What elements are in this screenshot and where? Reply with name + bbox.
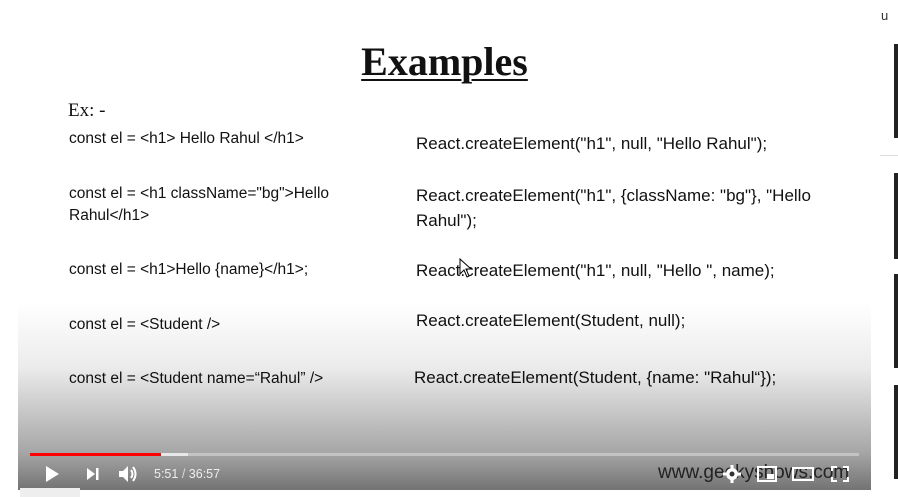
- volume-icon: [119, 466, 137, 482]
- fullscreen-icon: [831, 466, 849, 482]
- control-bar: 5:51 / 36:57 www.geekyshows.com: [18, 458, 871, 490]
- next-icon: [87, 468, 99, 480]
- next-button[interactable]: [81, 462, 105, 486]
- jsx-example-4: const el = <Student />: [69, 316, 221, 333]
- current-time: 5:51: [154, 467, 179, 481]
- createelement-example-5: React.createElement(Student, {name: "Rah…: [414, 368, 777, 387]
- createelement-example-4: React.createElement(Student, null);: [416, 311, 686, 330]
- jsx-example-3: const el = <h1>Hello {name}</h1>;: [69, 261, 309, 278]
- theater-button[interactable]: [791, 462, 815, 486]
- sidebar-thumbnail[interactable]: [894, 173, 898, 259]
- duration: 36:57: [188, 467, 221, 481]
- jsx-example-1: const el = <h1> Hello Rahul </h1>: [69, 130, 304, 147]
- sidebar-thumbnail[interactable]: [894, 274, 898, 368]
- watermark: www.geekyshows.com: [658, 462, 850, 483]
- sidebar-thumbnail[interactable]: [894, 44, 898, 138]
- createelement-example-3: React.createElement("h1", null, "Hello "…: [416, 261, 775, 280]
- video-player[interactable]: Examples Ex: - const el = <h1> Hello Rah…: [18, 12, 871, 490]
- fullscreen-button[interactable]: [828, 462, 852, 486]
- createelement-example-1: React.createElement("h1", null, "Hello R…: [416, 134, 768, 153]
- time-display: 5:51 / 36:57: [154, 467, 220, 481]
- mouse-cursor-icon: [459, 258, 473, 278]
- play-icon: [46, 466, 59, 482]
- progress-played: [30, 453, 161, 456]
- miniplayer-button[interactable]: [755, 462, 779, 486]
- progress-bar[interactable]: [30, 453, 859, 456]
- miniplayer-icon: [757, 466, 777, 482]
- time-separator: /: [181, 467, 186, 481]
- jsx-example-5: const el = <Student name=“Rahul” />: [69, 370, 324, 387]
- volume-button[interactable]: [116, 462, 140, 486]
- createelement-example-2: React.createElement("h1", {className: "b…: [416, 186, 811, 230]
- play-button[interactable]: [40, 462, 64, 486]
- theater-icon: [792, 467, 814, 481]
- sidebar-partial-text: u: [881, 8, 889, 23]
- sidebar-thumbnail[interactable]: [894, 385, 898, 479]
- slide-title: Examples: [361, 39, 528, 84]
- settings-button[interactable]: [720, 462, 744, 486]
- slide: Examples Ex: - const el = <h1> Hello Rah…: [18, 12, 871, 490]
- bottom-edge-element: [20, 488, 80, 497]
- ex-label: Ex: -: [68, 100, 106, 121]
- jsx-example-2: const el = <h1 className="bg">Hello Rahu…: [69, 185, 330, 224]
- gear-icon: [723, 465, 741, 483]
- sidebar-divider: [880, 155, 898, 156]
